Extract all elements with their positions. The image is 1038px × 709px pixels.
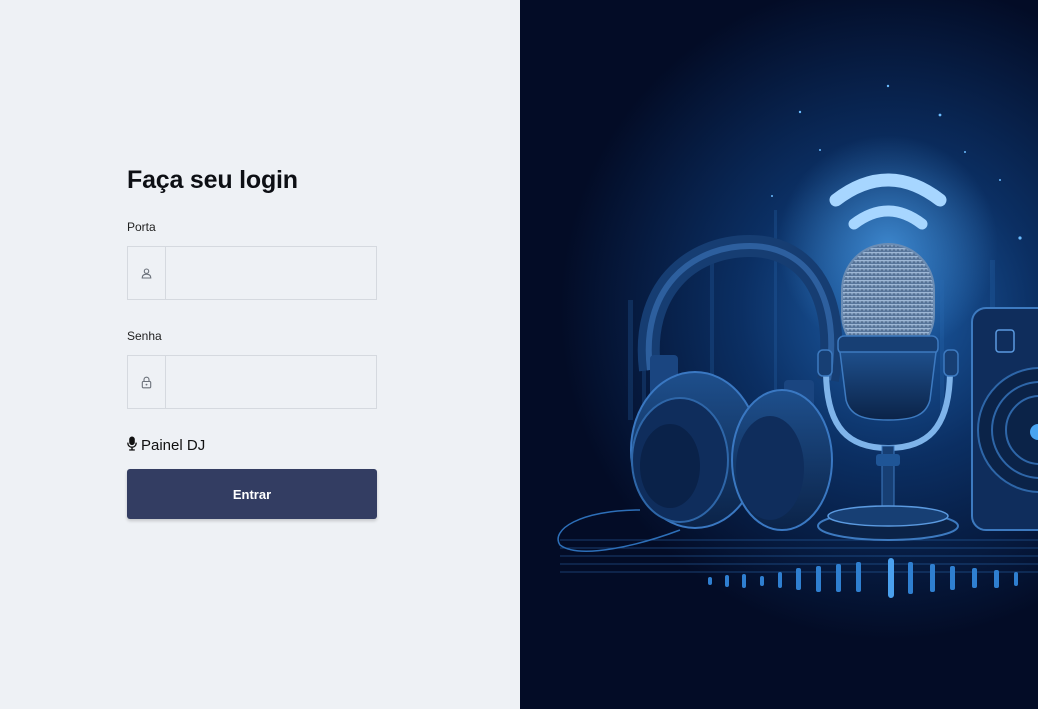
login-panel: Faça seu login Porta Senha Painel DJ Ent… bbox=[0, 0, 520, 709]
panel-label: Painel DJ bbox=[141, 436, 206, 454]
lock-icon bbox=[128, 356, 166, 408]
microphone-icon bbox=[127, 436, 137, 455]
user-icon bbox=[128, 247, 166, 299]
hero-illustration bbox=[520, 0, 1038, 709]
password-label: Senha bbox=[127, 329, 162, 343]
port-label: Porta bbox=[127, 220, 156, 234]
login-button[interactable]: Entrar bbox=[127, 469, 377, 519]
dj-studio-illustration bbox=[520, 0, 1038, 709]
password-field bbox=[127, 355, 377, 409]
password-input[interactable] bbox=[166, 356, 376, 408]
port-input[interactable] bbox=[166, 247, 376, 299]
login-page: Faça seu login Porta Senha Painel DJ Ent… bbox=[0, 0, 1038, 709]
login-form: Faça seu login Porta Senha Painel DJ Ent… bbox=[127, 163, 377, 519]
port-field bbox=[127, 246, 377, 300]
page-title: Faça seu login bbox=[127, 166, 298, 194]
panel-tag: Painel DJ bbox=[127, 435, 377, 455]
speaker bbox=[971, 307, 1038, 531]
